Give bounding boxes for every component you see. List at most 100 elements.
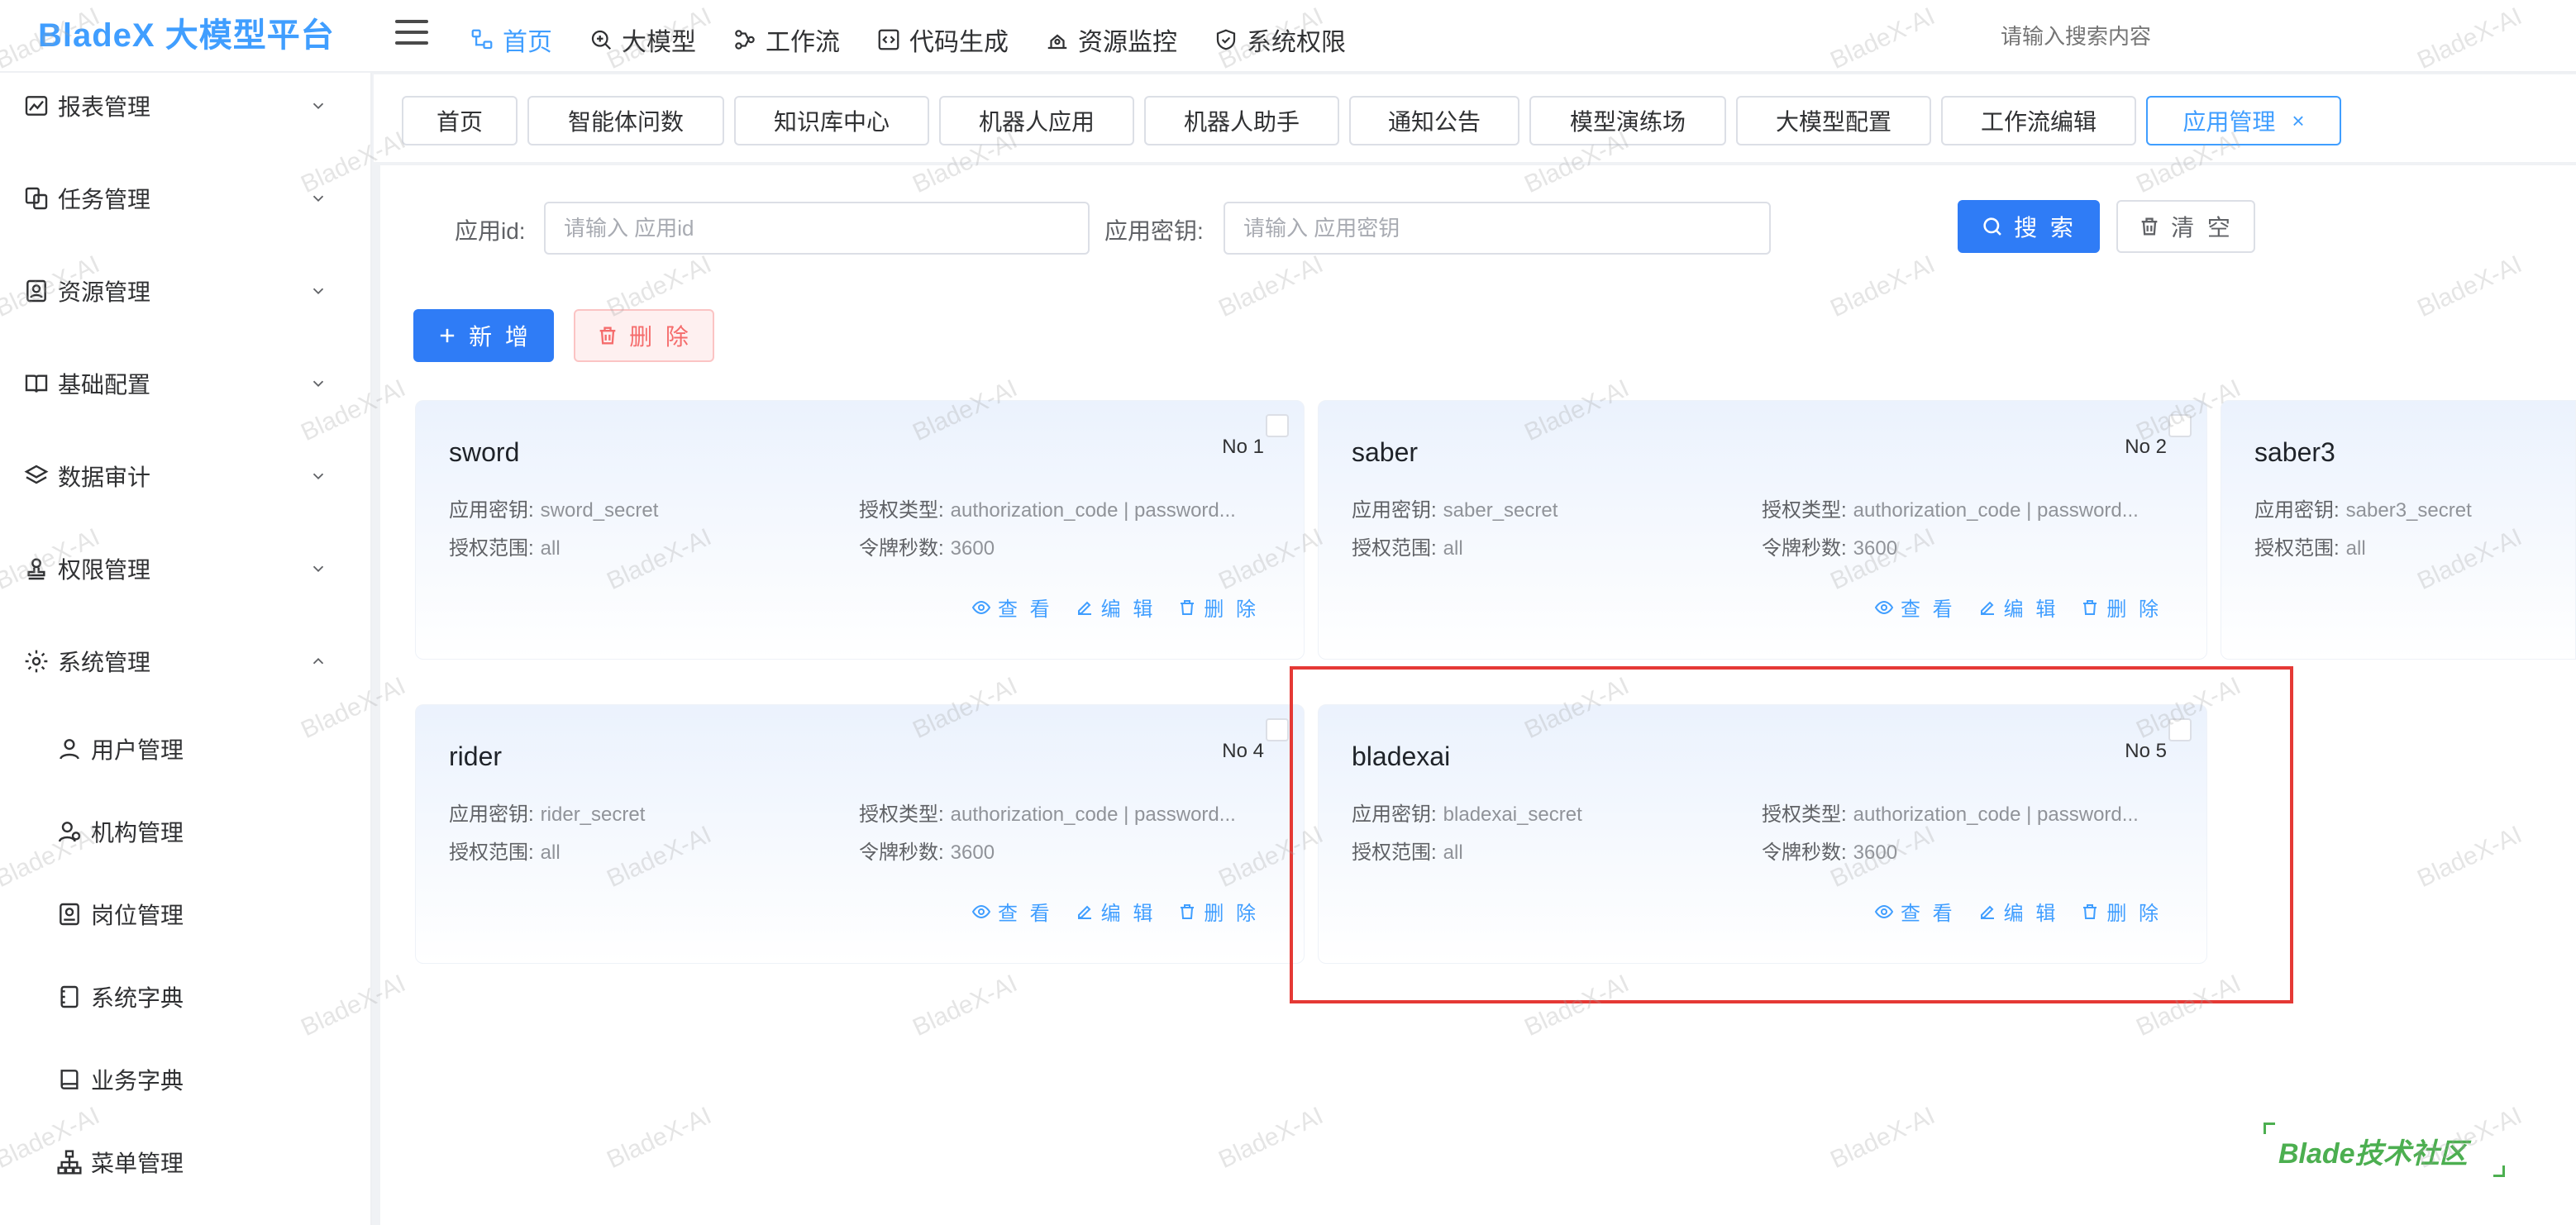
card-secret-key: 应用密钥: (1352, 803, 1437, 826)
edit-label: 编 辑 (2003, 598, 2059, 621)
card-scope-row: 授权范围: all (449, 531, 846, 560)
tag-label: 通知公告 (1387, 109, 1481, 135)
chevron-down-icon (312, 565, 324, 573)
card-secret-key: 应用密钥: (2254, 499, 2340, 522)
tag-knowledge-base[interactable]: 知识库中心 (734, 96, 929, 145)
card-grant-row: 授权类型: authorization_code | password... (1762, 493, 2167, 522)
view-label: 查 看 (997, 598, 1053, 621)
edit-icon (1077, 905, 1091, 919)
sidebar-group-resource[interactable]: 资源管理 (0, 258, 372, 324)
delete-button[interactable]: 删 除 (2080, 593, 2162, 622)
delete-button[interactable]: 删 除 (1177, 593, 1259, 622)
community-badge[interactable]: Blade技术社区 (2264, 1123, 2505, 1177)
card-secret-row: 应用密钥: rider_secret (449, 798, 846, 827)
global-search-input[interactable] (2001, 18, 2315, 55)
tag-llm-config[interactable]: 大模型配置 (1736, 96, 1931, 145)
view-button[interactable]: 查 看 (971, 897, 1053, 926)
topnav-monitor[interactable]: 资源监控 (1045, 21, 1177, 58)
chevron-down-icon (312, 288, 324, 295)
topnav-permission[interactable]: 系统权限 (1214, 21, 1346, 58)
sidebar-item-post[interactable]: 岗位管理 (0, 881, 372, 947)
tag-label: 智能体问数 (567, 109, 684, 135)
card-grant-key: 授权类型: (859, 803, 944, 826)
sidebar-item-menu[interactable]: 菜单管理 (0, 1129, 372, 1195)
sidebar-group-system[interactable]: 系统管理 (0, 628, 372, 694)
stamp-icon (27, 558, 45, 580)
menu-toggle-icon[interactable] (395, 20, 428, 48)
monitor-icon (1047, 34, 1067, 50)
sidebar-item-user[interactable]: 用户管理 (0, 716, 372, 782)
book-open-icon (60, 1070, 79, 1089)
trash-icon (2083, 903, 2097, 919)
topnav-label: 代码生成 (909, 29, 1009, 56)
card-secret-key: 应用密钥: (449, 803, 534, 826)
delete-label: 删 除 (1204, 903, 1259, 925)
app-secret-input[interactable] (1224, 202, 1771, 255)
tag-label: 模型演练场 (1569, 109, 1686, 135)
card-token-value: 3600 (950, 841, 995, 864)
edit-icon (1980, 601, 1994, 615)
close-icon[interactable]: × (2292, 108, 2304, 134)
clear-button[interactable]: 清 空 (2116, 200, 2255, 253)
tag-notice[interactable]: 通知公告 (1349, 96, 1519, 145)
batch-delete-button[interactable]: 删 除 (574, 309, 714, 362)
sidebar-item-org[interactable]: 机构管理 (0, 798, 372, 865)
sidebar-item-biz-dict[interactable]: 业务字典 (0, 1046, 372, 1113)
card-token-row: 令牌秒数: 3600 (1762, 836, 2167, 865)
sidebar-group-task[interactable]: 任务管理 (0, 165, 372, 231)
topnav-workflow[interactable]: 工作流 (732, 21, 840, 58)
sidebar-group-permission[interactable]: 权限管理 (0, 536, 372, 602)
edit-button[interactable]: 编 辑 (1977, 897, 2059, 926)
card-checkbox[interactable] (2168, 718, 2192, 741)
card-scope-key: 授权范围: (449, 537, 534, 560)
community-label: Blade技术社区 (2278, 1138, 2468, 1170)
card-token-value: 3600 (1853, 537, 1898, 560)
add-button[interactable]: 新 增 (413, 309, 554, 362)
edit-label: 编 辑 (1100, 903, 1157, 925)
topnav-codegen[interactable]: 代码生成 (876, 21, 1009, 58)
topnav-label: 首页 (503, 29, 552, 56)
trash-icon (1181, 599, 1195, 615)
card-scope-value: all (2345, 537, 2366, 560)
tag-app-management[interactable]: 应用管理 × (2146, 96, 2341, 145)
sidebar-item-dict[interactable]: 系统字典 (0, 964, 372, 1030)
task-icon (25, 187, 48, 210)
sidebar-group-basic-config[interactable]: 基础配置 (0, 350, 372, 417)
tag-robot-app[interactable]: 机器人应用 (939, 96, 1134, 145)
tag-agent-qa[interactable]: 智能体问数 (527, 96, 724, 145)
edit-button[interactable]: 编 辑 (1977, 593, 2059, 622)
sidebar-group-data-audit[interactable]: 数据审计 (0, 443, 372, 509)
card-scope-value: all (1443, 841, 1463, 864)
app-logo[interactable]: BladeX 大模型平台 (38, 8, 335, 56)
chevron-up-icon (312, 657, 324, 665)
app-secret-label: 应用密钥: (1104, 218, 1204, 244)
delete-button[interactable]: 删 除 (1177, 897, 1259, 926)
bracket-corner (2264, 1123, 2275, 1134)
view-button[interactable]: 查 看 (971, 593, 1053, 622)
topnav-llm[interactable]: 大模型 (589, 21, 696, 58)
card-checkbox[interactable] (1266, 718, 1289, 741)
delete-button[interactable]: 删 除 (2080, 897, 2162, 926)
card-grant-value: authorization_code | password... (950, 499, 1236, 522)
view-button[interactable]: 查 看 (1874, 593, 1956, 622)
trash-icon (1181, 903, 1195, 919)
view-button[interactable]: 查 看 (1874, 897, 1956, 926)
card-checkbox[interactable] (2168, 414, 2192, 437)
tag-home[interactable]: 首页 (402, 96, 518, 145)
sidebar-label: 菜单管理 (91, 1151, 184, 1176)
edit-label: 编 辑 (1100, 598, 1157, 621)
edit-button[interactable]: 编 辑 (1075, 593, 1157, 622)
user-icon (60, 739, 79, 760)
card-token-row: 令牌秒数: 3600 (1762, 531, 2167, 560)
tag-workflow-edit[interactable]: 工作流编辑 (1941, 96, 2136, 145)
tag-robot-assistant[interactable]: 机器人助手 (1144, 96, 1339, 145)
tag-model-playground[interactable]: 模型演练场 (1529, 96, 1726, 145)
edit-button[interactable]: 编 辑 (1075, 897, 1157, 926)
topnav-home[interactable]: 首页 (470, 21, 552, 58)
sidebar-group-report[interactable]: 报表管理 (0, 73, 372, 139)
card-checkbox[interactable] (1266, 414, 1289, 437)
search-button[interactable]: 搜 索 (1958, 200, 2100, 253)
app-id-input[interactable] (544, 202, 1090, 255)
sidebar-label: 用户管理 (91, 737, 184, 763)
home-tree-icon (471, 29, 493, 50)
